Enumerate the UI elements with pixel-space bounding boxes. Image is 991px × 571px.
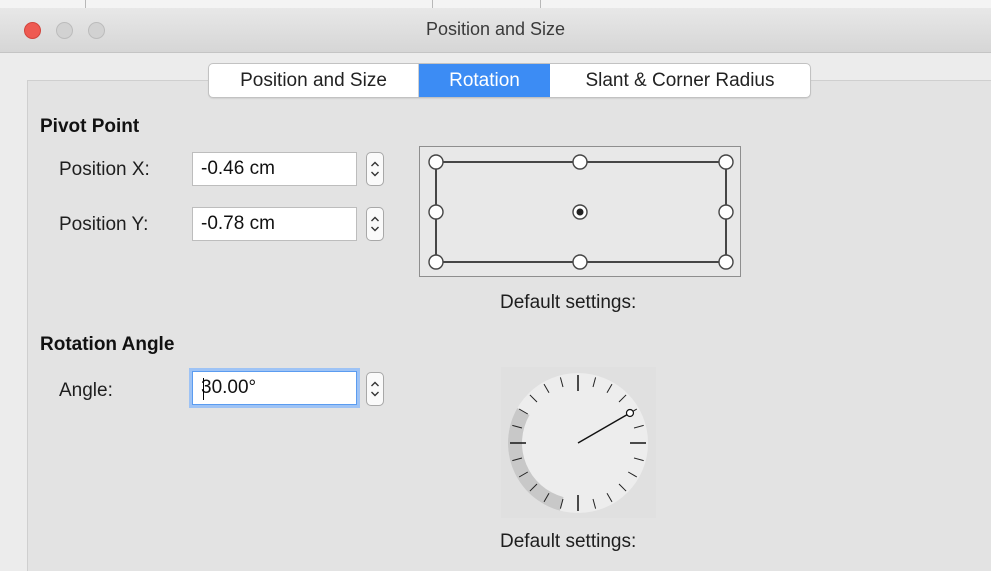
angle-field[interactable]: 30.00° (192, 371, 357, 405)
angle-dial[interactable] (501, 367, 656, 518)
pivot-top-left[interactable] (428, 154, 444, 170)
position-x-label: Position X: (59, 159, 150, 180)
rotation-angle-heading: Rotation Angle (40, 334, 175, 355)
window-title: Position and Size (425, 19, 566, 39)
title-bar: Position and Size (0, 0, 991, 53)
dial-handle[interactable] (625, 408, 635, 418)
stepper-arrows-icon (371, 161, 379, 177)
pivot-default-settings-label: Default settings: (500, 292, 637, 313)
pivot-bottom-left[interactable] (428, 254, 444, 270)
position-y-field[interactable]: -0.78 cm (192, 207, 357, 241)
position-x-field[interactable]: -0.46 cm (192, 152, 357, 186)
position-y-label: Position Y: (59, 214, 149, 235)
position-y-stepper[interactable] (366, 207, 384, 241)
pivot-bottom-center[interactable] (572, 254, 588, 270)
background-window-sliver (0, 0, 991, 8)
angle-stepper[interactable] (366, 372, 384, 406)
pivot-rectangle-graphic (428, 154, 734, 270)
tab-bar: Position and Size Rotation Slant & Corne… (208, 63, 811, 98)
pivot-middle-left[interactable] (428, 204, 444, 220)
text-caret (203, 378, 204, 400)
pivot-center-selected[interactable] (572, 204, 588, 220)
stepper-arrows-icon (371, 381, 379, 397)
tab-rotation[interactable]: Rotation (419, 64, 550, 97)
angle-default-settings-label: Default settings: (500, 531, 637, 552)
tab-slant-corner-radius[interactable]: Slant & Corner Radius (550, 64, 810, 97)
angle-value: 30.00° (201, 377, 257, 398)
angle-dial-graphic (508, 373, 648, 513)
pivot-point-heading: Pivot Point (40, 116, 140, 137)
position-x-stepper[interactable] (366, 152, 384, 186)
pivot-point-selector[interactable] (419, 146, 741, 277)
angle-label: Angle: (59, 380, 113, 401)
pivot-bottom-right[interactable] (718, 254, 734, 270)
pivot-top-right[interactable] (718, 154, 734, 170)
pivot-top-center[interactable] (572, 154, 588, 170)
stepper-arrows-icon (371, 216, 379, 232)
tab-position-and-size[interactable]: Position and Size (209, 64, 419, 97)
pivot-middle-right[interactable] (718, 204, 734, 220)
